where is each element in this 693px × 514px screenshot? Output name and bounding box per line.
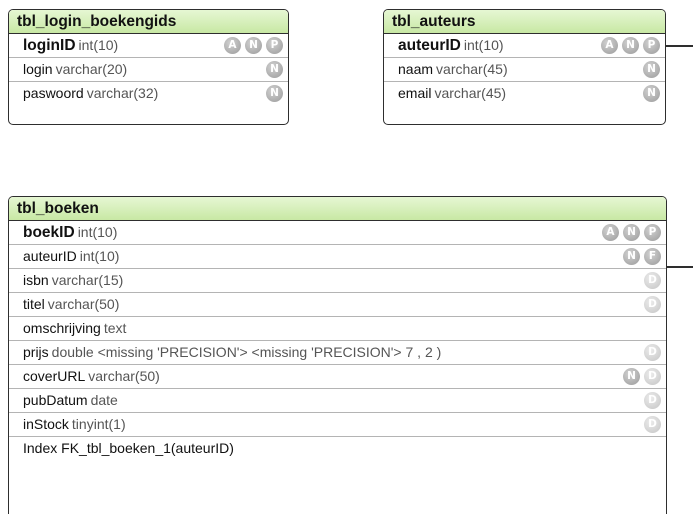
column-row[interactable]: login varchar(20) N: [9, 58, 288, 82]
default-value-badge: D: [644, 392, 661, 409]
column-flags: D: [644, 344, 661, 361]
column-flags: D: [644, 272, 661, 289]
column-row[interactable]: naam varchar(45) N: [384, 58, 665, 82]
column-row[interactable]: coverURL varchar(50) N D: [9, 365, 666, 389]
column-row[interactable]: omschrijving text: [9, 317, 666, 341]
column-list: boekID int(10) A N PauteurID int(10) N Fisbn var…: [9, 221, 666, 460]
column-name: login: [23, 61, 53, 77]
default-value-badge: D: [644, 296, 661, 313]
column-row[interactable]: loginID int(10) A N P: [9, 34, 288, 58]
column-flags: N: [266, 61, 283, 78]
column-name: naam: [398, 61, 434, 77]
relationship-line-auteurs-pk: [666, 45, 693, 47]
column-name: inStock: [23, 416, 69, 432]
not-null-badge: N: [643, 85, 660, 102]
table-boeken[interactable]: tbl_boeken boekID int(10) A N PauteurID int(1…: [8, 196, 667, 514]
column-row[interactable]: pubDatum date D: [9, 389, 666, 413]
column-type: varchar(50): [88, 368, 160, 384]
index-row[interactable]: Index FK_tbl_boeken_1(auteurID): [9, 437, 666, 460]
primary-key-badge: P: [644, 224, 661, 241]
column-flags: D: [644, 416, 661, 433]
index-label: Index FK_tbl_boeken_1(auteurID): [23, 440, 234, 456]
column-type: varchar(45): [434, 85, 507, 101]
column-row[interactable]: email varchar(45) N: [384, 82, 665, 105]
column-flags: N: [266, 85, 283, 102]
column-name: titel: [23, 296, 45, 312]
primary-key-badge: P: [643, 37, 660, 54]
default-value-badge: D: [644, 272, 661, 289]
column-row[interactable]: isbn varchar(15) D: [9, 269, 666, 293]
default-value-badge: D: [644, 368, 661, 385]
column-name: paswoord: [23, 85, 84, 101]
column-row[interactable]: auteurID int(10) A N P: [384, 34, 665, 58]
not-null-badge: N: [623, 248, 640, 265]
column-name: coverURL: [23, 368, 86, 384]
not-null-badge: N: [643, 61, 660, 78]
column-type: varchar(15): [51, 272, 124, 288]
auto-increment-badge: A: [602, 224, 619, 241]
foreign-key-badge: F: [644, 248, 661, 265]
not-null-badge: N: [623, 368, 640, 385]
column-type: int(10): [78, 37, 119, 53]
table-auteurs[interactable]: tbl_auteurs auteurID int(10) A N Pnaam varcha…: [383, 9, 666, 125]
column-type: varchar(20): [55, 61, 128, 77]
column-flags: NF: [623, 248, 661, 265]
column-row[interactable]: titel varchar(50) D: [9, 293, 666, 317]
table-title: tbl_boeken: [9, 197, 666, 221]
auto-increment-badge: A: [224, 37, 241, 54]
column-type: int(10): [79, 248, 120, 264]
column-type: int(10): [463, 37, 504, 53]
column-name: isbn: [23, 272, 49, 288]
table-login-boekengids[interactable]: tbl_login_boekengids loginID int(10) A N Plo…: [8, 9, 289, 125]
column-type: text: [103, 320, 127, 336]
column-flags: D: [644, 392, 661, 409]
column-flags: N: [643, 85, 660, 102]
column-flags: ANP: [224, 37, 283, 54]
column-flags: ANP: [601, 37, 660, 54]
column-row[interactable]: boekID int(10) A N P: [9, 221, 666, 245]
column-row[interactable]: auteurID int(10) N F: [9, 245, 666, 269]
auto-increment-badge: A: [601, 37, 618, 54]
column-row[interactable]: inStock tinyint(1) D: [9, 413, 666, 437]
not-null-badge: N: [623, 224, 640, 241]
er-diagram-canvas: tbl_login_boekengids loginID int(10) A N Plo…: [0, 0, 693, 514]
column-list: loginID int(10) A N Plogin varchar(20) Npaswoo…: [9, 34, 288, 105]
column-type: int(10): [77, 224, 118, 240]
column-name: boekID: [23, 224, 75, 241]
column-name: auteurID: [23, 248, 77, 264]
column-type: tinyint(1): [71, 416, 126, 432]
column-flags: D: [644, 296, 661, 313]
not-null-badge: N: [245, 37, 262, 54]
column-flags: ANP: [602, 224, 661, 241]
column-name: auteurID: [398, 37, 461, 54]
column-type: varchar(50): [47, 296, 120, 312]
column-name: loginID: [23, 37, 76, 54]
column-type: varchar(32): [86, 85, 159, 101]
column-type: date: [90, 392, 118, 408]
column-name: prijs: [23, 344, 49, 360]
column-type: double <missing 'PRECISION'> <missing 'P…: [51, 344, 442, 360]
column-type: varchar(45): [436, 61, 508, 77]
table-title: tbl_auteurs: [384, 10, 665, 34]
column-flags: N: [643, 61, 660, 78]
not-null-badge: N: [266, 61, 283, 78]
default-value-badge: D: [644, 416, 661, 433]
not-null-badge: N: [266, 85, 283, 102]
column-row[interactable]: prijs double <missing 'PRECISION'> <missi…: [9, 341, 666, 365]
table-title: tbl_login_boekengids: [9, 10, 288, 34]
column-name: omschrijving: [23, 320, 101, 336]
not-null-badge: N: [622, 37, 639, 54]
column-name: email: [398, 85, 432, 101]
relationship-line-boeken-fk: [666, 266, 693, 268]
primary-key-badge: P: [266, 37, 283, 54]
column-row[interactable]: paswoord varchar(32) N: [9, 82, 288, 105]
column-flags: ND: [623, 368, 661, 385]
column-list: auteurID int(10) A N Pnaam varchar(45) Nemail v…: [384, 34, 665, 105]
default-value-badge: D: [644, 344, 661, 361]
column-name: pubDatum: [23, 392, 88, 408]
